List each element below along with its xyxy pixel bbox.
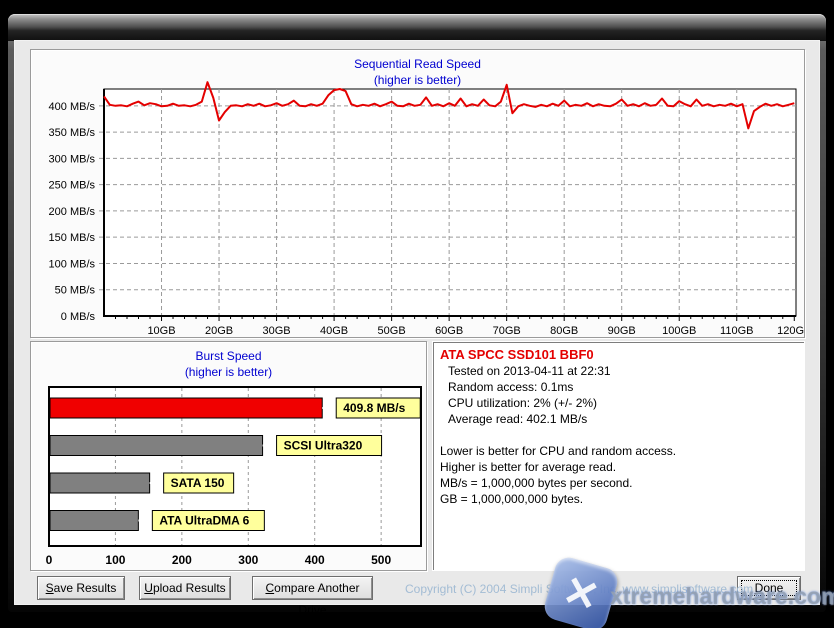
bar-label: SCSI Ultra320 (284, 439, 363, 453)
svg-text:40GB: 40GB (320, 325, 348, 337)
svg-text:200 MB/s: 200 MB/s (49, 206, 96, 218)
compare-another-drive-button[interactable]: Compare Another Drive (252, 576, 373, 600)
note-line: GB = 1,000,000,000 bytes. (433, 491, 804, 507)
plot-area (104, 89, 796, 316)
svg-text:60GB: 60GB (435, 325, 463, 337)
svg-text:300: 300 (238, 553, 258, 567)
svg-text:110GB: 110GB (720, 325, 753, 337)
drive-detail-line: Average read: 402.1 MB/s (433, 411, 804, 427)
bar (50, 473, 150, 493)
sequential-read-title: Sequential Read Speed (31, 57, 804, 71)
svg-text:300 MB/s: 300 MB/s (49, 153, 96, 165)
svg-text:400: 400 (305, 553, 325, 567)
screen: HD Tach version 3.0.4.0 - For non-commer… (0, 0, 834, 628)
sequential-read-chart: 0 MB/s 50 MB/s 100 MB/s 150 MB/s 200 MB/s 250… (31, 50, 804, 337)
svg-text:50 MB/s: 50 MB/s (55, 285, 96, 297)
upload-results-button[interactable]: Upload Results (139, 576, 231, 600)
titlebar[interactable]: HD Tach version 3.0.4.0 - For non-commer… (8, 14, 826, 41)
sequential-read-subtitle: (higher is better) (31, 73, 804, 87)
bar-label: ATA UltraDMA 6 (159, 514, 249, 528)
svg-text:50GB: 50GB (378, 325, 406, 337)
svg-text:100GB: 100GB (662, 325, 696, 337)
x-glyph-icon: ✕ (558, 569, 603, 619)
note-line: MB/s = 1,000,000 bytes per second. (433, 475, 804, 491)
y-tick-labels: 0 MB/s 50 MB/s 100 MB/s 150 MB/s 200 MB/s 250… (49, 101, 96, 323)
svg-text:0 MB/s: 0 MB/s (61, 311, 96, 323)
drive-detail-line: CPU utilization: 2% (+/- 2%) (433, 395, 804, 411)
drive-info-panel: ATA SPCC SSD101 BBF0 Tested on 2013-04-1… (432, 341, 805, 571)
chart-notes: Lower is better for CPU and random acces… (433, 443, 804, 507)
svg-text:400 MB/s: 400 MB/s (49, 101, 96, 113)
drive-detail-line: Random access: 0.1ms (433, 379, 804, 395)
note-line: Lower is better for CPU and random acces… (433, 443, 804, 459)
save-results-button[interactable]: Save Results (37, 576, 125, 600)
svg-text:10GB: 10GB (147, 325, 175, 337)
bar (50, 398, 322, 418)
bar-label: SATA 150 (171, 476, 225, 490)
svg-text:70GB: 70GB (493, 325, 521, 337)
svg-text:30GB: 30GB (262, 325, 290, 337)
client-area: 0 MB/s 50 MB/s 100 MB/s 150 MB/s 200 MB/s 250… (15, 41, 819, 604)
x-tick-labels: 10GB 20GB 30GB 40GB 50GB 60GB 70GB 80GB 90GB 100G… (147, 325, 804, 337)
drive-name: ATA SPCC SSD101 BBF0 (433, 342, 804, 363)
svg-text:500: 500 (371, 553, 391, 567)
svg-text:0: 0 (46, 553, 53, 567)
x-tick-labels: 0 100 200 300 400 500 (46, 553, 392, 567)
drive-details: Tested on 2013-04-11 at 22:31Random acce… (433, 363, 804, 427)
svg-text:350 MB/s: 350 MB/s (49, 127, 96, 139)
hdtach-window: HD Tach version 3.0.4.0 - For non-commer… (8, 14, 826, 612)
svg-text:20GB: 20GB (205, 325, 233, 337)
svg-text:90GB: 90GB (608, 325, 636, 337)
drive-detail-line: Tested on 2013-04-11 at 22:31 (433, 363, 804, 379)
watermark-text: xtremehardware.com (610, 583, 834, 610)
sequential-read-panel: 0 MB/s 50 MB/s 100 MB/s 150 MB/s 200 MB/s 250… (30, 49, 805, 338)
burst-speed-title: Burst Speed (31, 349, 426, 363)
bar (50, 511, 138, 531)
svg-text:250 MB/s: 250 MB/s (49, 180, 96, 192)
bar-label: 409.8 MB/s (343, 401, 405, 415)
bar (50, 436, 263, 456)
burst-speed-subtitle: (higher is better) (31, 365, 426, 379)
svg-text:150 MB/s: 150 MB/s (49, 232, 96, 244)
svg-text:80GB: 80GB (550, 325, 578, 337)
svg-text:100: 100 (105, 553, 125, 567)
svg-text:120GB: 120GB (777, 325, 804, 337)
burst-speed-panel: 0 100 200 300 400 500 409.8 MB/s SCSI Ultra320 S… (30, 341, 427, 571)
svg-text:200: 200 (172, 553, 192, 567)
svg-text:100 MB/s: 100 MB/s (49, 258, 96, 270)
note-line: Higher is better for average read. (433, 459, 804, 475)
